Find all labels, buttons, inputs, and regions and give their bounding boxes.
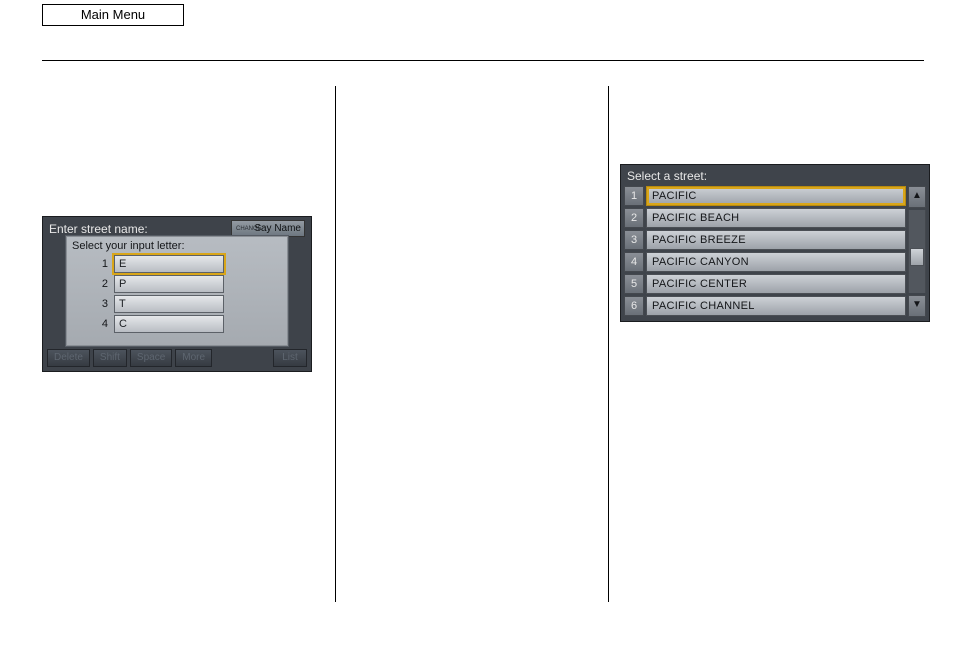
space-button[interactable]: Space xyxy=(130,349,172,367)
row-number: 5 xyxy=(624,274,644,294)
street-option[interactable]: PACIFIC CENTER xyxy=(646,274,906,294)
list-item[interactable]: 4 PACIFIC CANYON xyxy=(624,252,906,272)
row-number: 3 xyxy=(624,230,644,250)
row-number: 2 xyxy=(624,208,644,228)
row-number: 3 xyxy=(66,298,114,310)
row-number: 4 xyxy=(624,252,644,272)
enter-street-label: Enter street name: xyxy=(49,222,148,236)
scroll-up-icon[interactable]: ▲ xyxy=(908,186,926,208)
select-street-title: Select a street: xyxy=(621,165,929,186)
letter-option[interactable]: P xyxy=(114,275,224,293)
list-item[interactable]: 1 E xyxy=(66,254,288,274)
row-number: 4 xyxy=(66,318,114,330)
list-item[interactable]: 1 PACIFIC xyxy=(624,186,906,206)
row-number: 6 xyxy=(624,296,644,316)
column-separator xyxy=(608,86,609,602)
street-option[interactable]: PACIFIC BEACH xyxy=(646,208,906,228)
letter-option[interactable]: C xyxy=(114,315,224,333)
list-button[interactable]: List xyxy=(273,349,307,367)
street-option[interactable]: PACIFIC BREEZE xyxy=(646,230,906,250)
list-item[interactable]: 5 PACIFIC CENTER xyxy=(624,274,906,294)
street-list: 1 PACIFIC 2 PACIFIC BEACH 3 PACIFIC BREE… xyxy=(624,186,906,317)
input-letter-screenshot: Enter street name: CHANGE Say Name Selec… xyxy=(42,216,312,372)
shift-button[interactable]: Shift xyxy=(93,349,127,367)
scrollbar[interactable]: ▲ ▼ xyxy=(908,186,926,317)
letter-option[interactable]: E xyxy=(114,255,224,273)
street-option[interactable]: PACIFIC CANYON xyxy=(646,252,906,272)
scroll-track[interactable] xyxy=(908,210,926,293)
select-street-screenshot: Select a street: 1 PACIFIC 2 PACIFIC BEA… xyxy=(620,164,930,322)
list-item[interactable]: 3 T xyxy=(66,294,288,314)
input-letter-popup: Select your input letter: 1 E 2 P 3 T 4 … xyxy=(65,235,289,347)
list-item[interactable]: 2 PACIFIC BEACH xyxy=(624,208,906,228)
divider xyxy=(42,60,924,61)
list-item[interactable]: 6 PACIFIC CHANNEL xyxy=(624,296,906,316)
street-option[interactable]: PACIFIC CHANNEL xyxy=(646,296,906,316)
scroll-thumb[interactable] xyxy=(910,248,924,266)
keyboard-bottom-row: Delete Shift Space More xyxy=(47,349,212,367)
list-item[interactable]: 4 C xyxy=(66,314,288,334)
list-item[interactable]: 2 P xyxy=(66,274,288,294)
street-option[interactable]: PACIFIC xyxy=(646,186,906,206)
list-item[interactable]: 3 PACIFIC BREEZE xyxy=(624,230,906,250)
popup-title: Select your input letter: xyxy=(66,236,288,254)
scroll-down-icon[interactable]: ▼ xyxy=(908,295,926,317)
letter-option[interactable]: T xyxy=(114,295,224,313)
column-separator xyxy=(335,86,336,602)
row-number: 1 xyxy=(66,258,114,270)
row-number: 1 xyxy=(624,186,644,206)
delete-button[interactable]: Delete xyxy=(47,349,90,367)
row-number: 2 xyxy=(66,278,114,290)
main-menu-button[interactable]: Main Menu xyxy=(42,4,184,26)
more-button[interactable]: More xyxy=(175,349,212,367)
